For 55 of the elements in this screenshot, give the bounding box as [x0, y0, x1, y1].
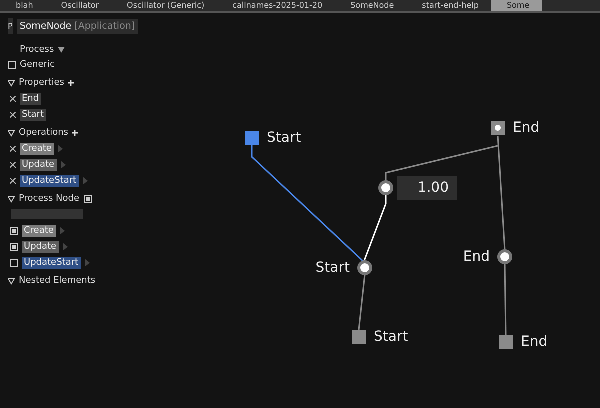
node-square-icon[interactable] — [499, 335, 513, 349]
remove-icon[interactable] — [10, 178, 16, 184]
expand-triangle-icon[interactable] — [8, 278, 15, 284]
node-square-icon[interactable] — [245, 131, 259, 145]
node-label: End — [463, 249, 490, 265]
item-tag[interactable]: Start — [20, 108, 46, 120]
plus-icon[interactable] — [68, 80, 74, 86]
checkbox[interactable] — [10, 242, 18, 250]
tab[interactable]: Oscillator — [45, 0, 112, 11]
remove-icon[interactable] — [10, 146, 16, 152]
node-port-icon[interactable] — [498, 250, 512, 264]
section-title: Process — [20, 45, 54, 55]
option-label: Generic — [20, 60, 55, 70]
node-label: Start — [316, 260, 350, 276]
node-square-icon[interactable] — [352, 330, 366, 344]
node-label: Start — [267, 130, 302, 146]
checkbox[interactable] — [10, 258, 18, 266]
input-field[interactable] — [11, 209, 83, 219]
tab[interactable]: start-end-help — [406, 0, 491, 11]
node-label: End — [513, 120, 540, 136]
node-title: SomeNode [Application] — [16, 18, 138, 34]
node-label: Start — [374, 329, 408, 345]
tab[interactable]: SomeNode — [334, 0, 406, 11]
tab[interactable]: Oscillator (Generic) — [111, 0, 217, 11]
expand-triangle-icon[interactable] — [8, 130, 15, 136]
node-port-icon[interactable] — [378, 180, 394, 196]
section-header[interactable]: Operations — [19, 128, 68, 138]
expand-triangle-icon[interactable] — [8, 80, 15, 86]
item-tag[interactable]: Create — [20, 142, 54, 154]
remove-icon[interactable] — [10, 112, 16, 118]
item-tag[interactable]: UpdateStart — [20, 174, 79, 186]
section-header[interactable]: Nested Elements — [19, 276, 96, 286]
type-badge: P — [8, 18, 13, 34]
remove-icon[interactable] — [10, 162, 16, 168]
checkbox[interactable] — [10, 226, 18, 234]
node-port-icon[interactable] — [358, 260, 372, 276]
item-tag[interactable]: Create — [22, 224, 56, 236]
section-header[interactable]: Properties — [19, 78, 64, 88]
node-label: End — [521, 334, 548, 350]
value-field[interactable]: 1.00 — [397, 176, 457, 200]
item-tag[interactable]: Update — [22, 240, 59, 252]
expand-triangle-icon[interactable] — [8, 196, 15, 202]
tab[interactable]: Some — [490, 0, 542, 11]
checkbox[interactable] — [8, 61, 16, 69]
dropdown-icon[interactable] — [58, 47, 66, 53]
plus-icon[interactable] — [72, 130, 78, 136]
item-tag[interactable]: UpdateStart — [22, 256, 81, 268]
tab[interactable]: callnames-2025-01-20 — [216, 0, 335, 11]
node-square-icon[interactable] — [491, 121, 505, 135]
checkbox[interactable] — [84, 195, 92, 203]
item-tag[interactable]: End — [20, 92, 42, 104]
remove-icon[interactable] — [10, 96, 16, 102]
section-header[interactable]: Process Node — [19, 194, 80, 204]
tab[interactable]: blah — [0, 0, 46, 11]
item-tag[interactable]: Update — [20, 158, 57, 170]
